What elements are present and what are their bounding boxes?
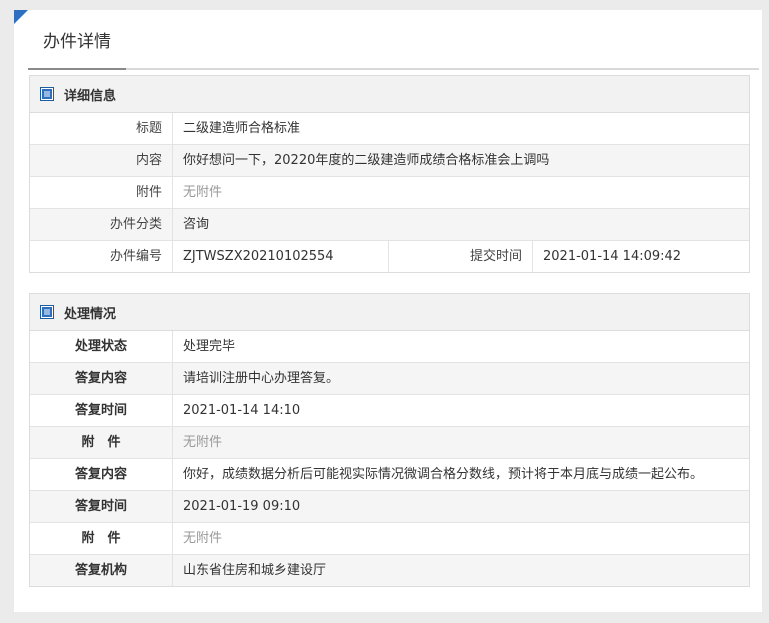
page-title: 办件详情 (43, 32, 111, 52)
row-label: 答复时间 (30, 395, 173, 426)
detail-section-header: 详细信息 (30, 76, 749, 113)
row-value: 你好想问一下，20220年度的二级建造师成绩合格标准会上调吗 (183, 153, 550, 168)
row-label: 答复内容 (30, 363, 173, 394)
page-title-bar: 办件详情 (28, 28, 759, 70)
detail-row-number: 办件编号 ZJTWSZX20210102554 提交时间 2021-01-14 … (30, 241, 749, 272)
process-row-attachment: 附 件 无附件 (30, 523, 749, 555)
process-row-agency: 答复机构 山东省住房和城乡建设厅 (30, 555, 749, 586)
row-label: 附 件 (30, 427, 173, 458)
row-label: 附件 (30, 177, 173, 208)
detail-row-title: 标题 二级建造师合格标准 (30, 113, 749, 145)
row-value: 二级建造师合格标准 (183, 121, 301, 136)
process-section-title: 处理情况 (64, 306, 117, 322)
row-value: 无附件 (183, 435, 223, 450)
row-value: 无附件 (183, 185, 223, 200)
title-underline (28, 68, 126, 70)
row-value: 山东省住房和城乡建设厅 (183, 563, 327, 578)
row-label: 附 件 (30, 523, 173, 554)
process-row-status: 处理状态 处理完毕 (30, 331, 749, 363)
row-label: 内容 (30, 145, 173, 176)
row-label: 答复内容 (30, 459, 173, 490)
process-row-reply-time: 答复时间 2021-01-14 14:10 (30, 395, 749, 427)
detail-section-title: 详细信息 (64, 88, 117, 104)
row-value: 2021-01-14 14:10 (183, 403, 301, 418)
list-document-icon (40, 305, 54, 319)
row-value: 你好，成绩数据分析后可能视实际情况微调合格分数线，预计将于本月底与成绩一起公布。 (183, 467, 704, 482)
submit-time-label: 提交时间 (389, 241, 533, 272)
list-document-icon (40, 87, 54, 101)
process-row-reply-time: 答复时间 2021-01-19 09:10 (30, 491, 749, 523)
row-label: 办件分类 (30, 209, 173, 240)
row-value: 咨询 (183, 217, 210, 232)
row-label: 答复机构 (30, 555, 173, 586)
process-row-attachment: 附 件 无附件 (30, 427, 749, 459)
detail-row-category: 办件分类 咨询 (30, 209, 749, 241)
corner-marker (14, 10, 28, 24)
row-label: 处理状态 (30, 331, 173, 362)
row-value: 请培训注册中心办理答复。 (183, 371, 340, 386)
submit-time-value: 2021-01-14 14:09:42 (543, 249, 682, 264)
detail-section: 详细信息 标题 二级建造师合格标准 内容 你好想问一下，20220年度的二级建造… (29, 75, 750, 273)
detail-panel: 办件详情 详细信息 标题 二级建造师合格标准 内容 你好想问一下，20220年度… (14, 10, 762, 612)
process-row-reply: 答复内容 你好，成绩数据分析后可能视实际情况微调合格分数线，预计将于本月底与成绩… (30, 459, 749, 491)
process-section: 处理情况 处理状态 处理完毕 答复内容 请培训注册中心办理答复。 答复时间 20… (29, 293, 750, 587)
row-value: 无附件 (183, 531, 223, 546)
process-section-header: 处理情况 (30, 294, 749, 331)
row-label: 办件编号 (30, 241, 173, 272)
row-label: 答复时间 (30, 491, 173, 522)
row-value: 2021-01-19 09:10 (183, 499, 301, 514)
detail-row-attachment: 附件 无附件 (30, 177, 749, 209)
row-value: 处理完毕 (183, 339, 236, 354)
row-label: 标题 (30, 113, 173, 144)
process-row-reply: 答复内容 请培训注册中心办理答复。 (30, 363, 749, 395)
detail-row-content: 内容 你好想问一下，20220年度的二级建造师成绩合格标准会上调吗 (30, 145, 749, 177)
case-number-value: ZJTWSZX20210102554 (173, 241, 389, 272)
